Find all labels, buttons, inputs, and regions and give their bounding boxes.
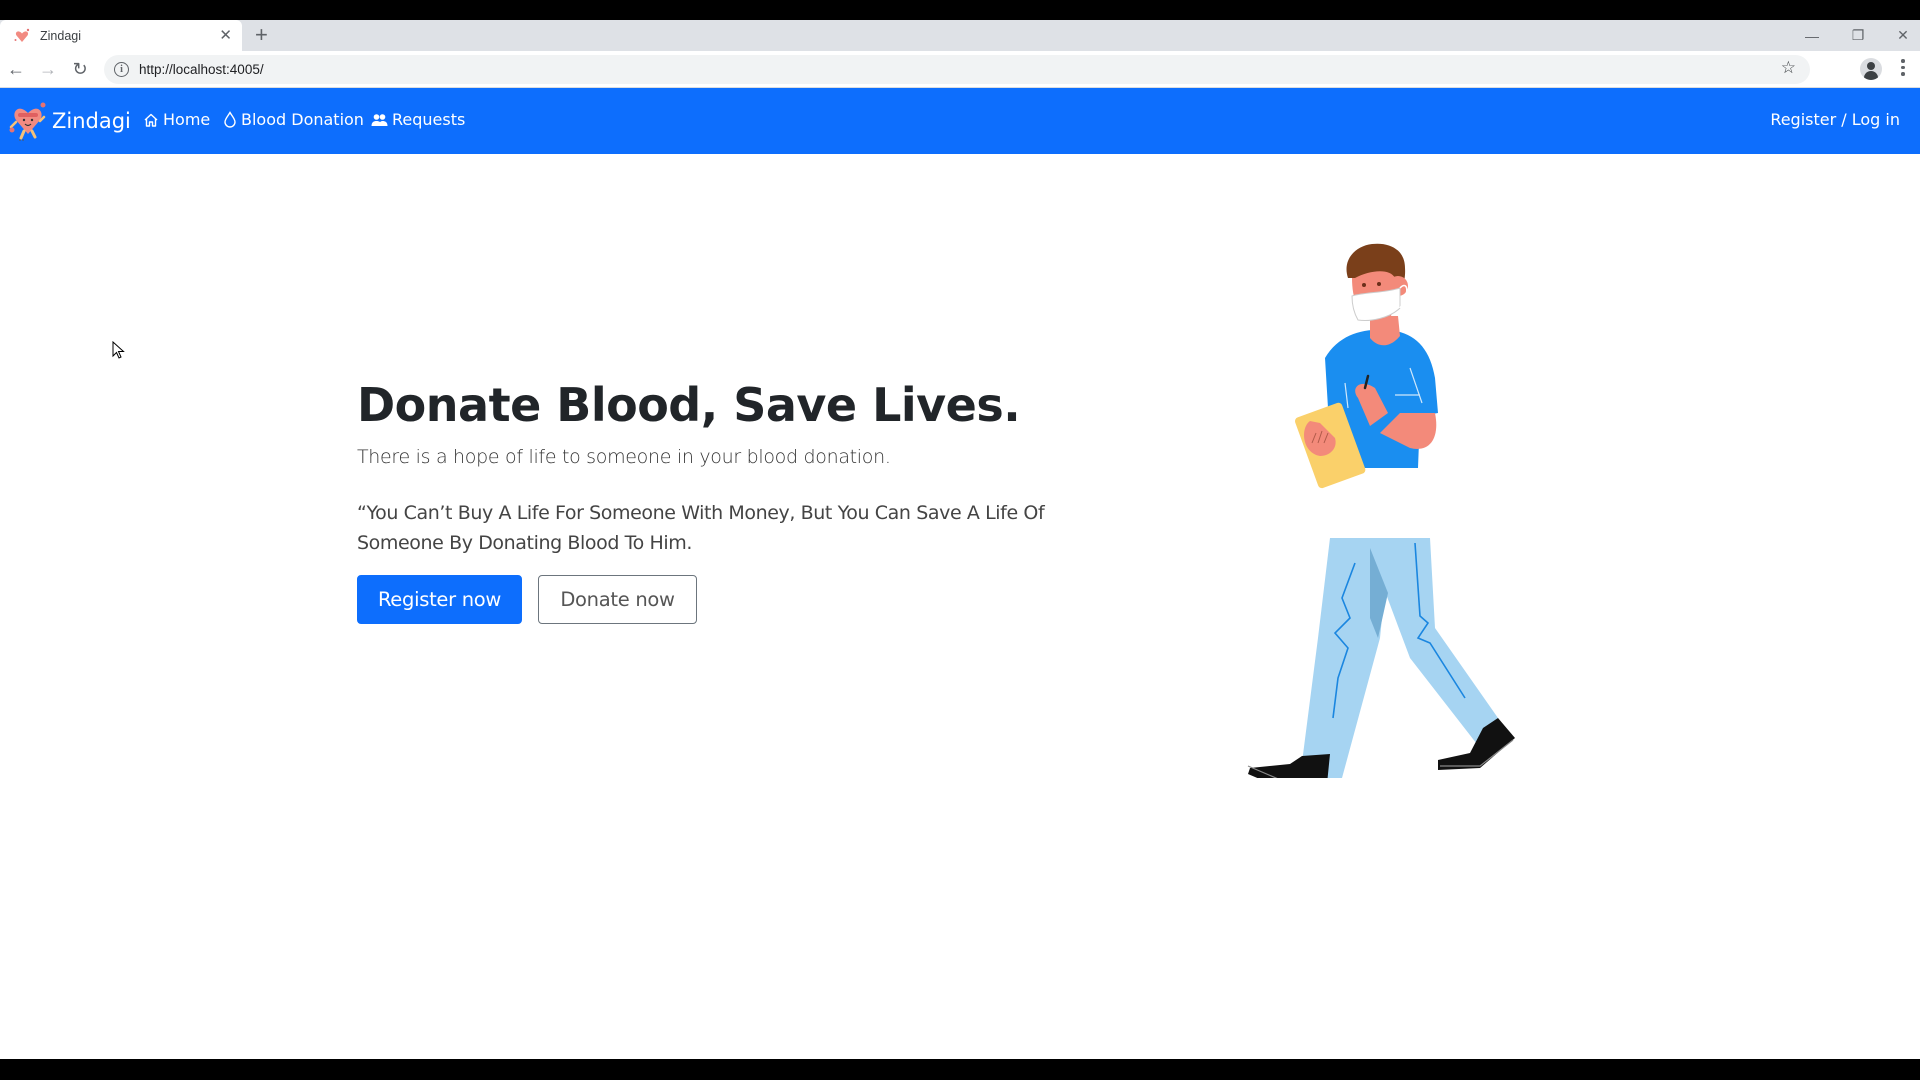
heart-mascot-logo-icon bbox=[9, 102, 46, 141]
pants bbox=[1300, 538, 1505, 778]
back-arrow-icon[interactable]: ← bbox=[4, 57, 28, 81]
navbar: Zindagi Home Blood Donation Requests Reg… bbox=[0, 88, 1920, 154]
page-viewport: Zindagi Home Blood Donation Requests Reg… bbox=[0, 88, 1920, 1059]
mouse-cursor-icon bbox=[112, 341, 125, 359]
hero-buttons: Register now Donate now bbox=[357, 575, 1127, 624]
url-text[interactable]: http://localhost:4005/ bbox=[139, 62, 264, 77]
profile-icon[interactable] bbox=[1860, 58, 1882, 80]
register-login-link[interactable]: Register / Log in bbox=[1770, 110, 1900, 129]
restore-icon[interactable]: ❐ bbox=[1835, 20, 1881, 51]
hero-quote: “You Can’t Buy A Life For Someone With M… bbox=[357, 502, 1045, 554]
zindagi-favicon-icon bbox=[14, 28, 30, 42]
menu-kebab-icon[interactable] bbox=[1900, 59, 1906, 76]
brand-link[interactable]: Zindagi bbox=[8, 100, 131, 142]
brand-name: Zindagi bbox=[52, 109, 131, 133]
health-worker-illustration bbox=[1247, 243, 1515, 778]
hero-section: Donate Blood, Save Lives. There is a hop… bbox=[357, 378, 1127, 624]
people-icon bbox=[371, 113, 388, 126]
droplet-icon bbox=[224, 111, 236, 128]
tab-title: Zindagi bbox=[40, 28, 81, 43]
nav-link-label: Requests bbox=[392, 110, 466, 129]
head bbox=[1346, 243, 1408, 321]
browser-toolbar: ← → ↻ i http://localhost:4005/ ☆ bbox=[0, 51, 1920, 88]
plus-icon[interactable]: + bbox=[255, 22, 268, 48]
register-now-button[interactable]: Register now bbox=[357, 575, 522, 624]
hero-lead: There is a hope of life to someone in yo… bbox=[357, 446, 891, 468]
star-icon[interactable]: ☆ bbox=[1781, 58, 1796, 78]
close-icon[interactable]: ✕ bbox=[219, 26, 232, 44]
info-icon[interactable]: i bbox=[114, 62, 129, 77]
donate-now-button[interactable]: Donate now bbox=[538, 575, 697, 624]
hero-title: Donate Blood, Save Lives. bbox=[357, 378, 1021, 432]
nav-link-home[interactable]: Home bbox=[143, 110, 210, 129]
nav-link-label: Blood Donation bbox=[241, 110, 364, 129]
window-close-icon[interactable]: ✕ bbox=[1880, 20, 1920, 51]
reload-icon[interactable]: ↻ bbox=[68, 57, 92, 81]
nav-link-label: Home bbox=[163, 110, 211, 129]
nav-link-blood-donation[interactable]: Blood Donation bbox=[223, 110, 364, 129]
house-icon bbox=[144, 113, 158, 127]
left-shoe bbox=[1248, 754, 1330, 778]
tab-strip: Zindagi ✕ + — ❐ ✕ bbox=[0, 20, 1920, 51]
minimize-icon[interactable]: — bbox=[1789, 20, 1835, 51]
nav-link-requests[interactable]: Requests bbox=[371, 110, 465, 129]
forward-arrow-icon[interactable]: → bbox=[36, 57, 60, 81]
screen: Zindagi ✕ + — ❐ ✕ ← → ↻ i http://localho… bbox=[0, 0, 1920, 1080]
browser-tab[interactable]: Zindagi ✕ bbox=[0, 20, 242, 51]
address-bar[interactable]: i http://localhost:4005/ ☆ bbox=[104, 55, 1810, 84]
